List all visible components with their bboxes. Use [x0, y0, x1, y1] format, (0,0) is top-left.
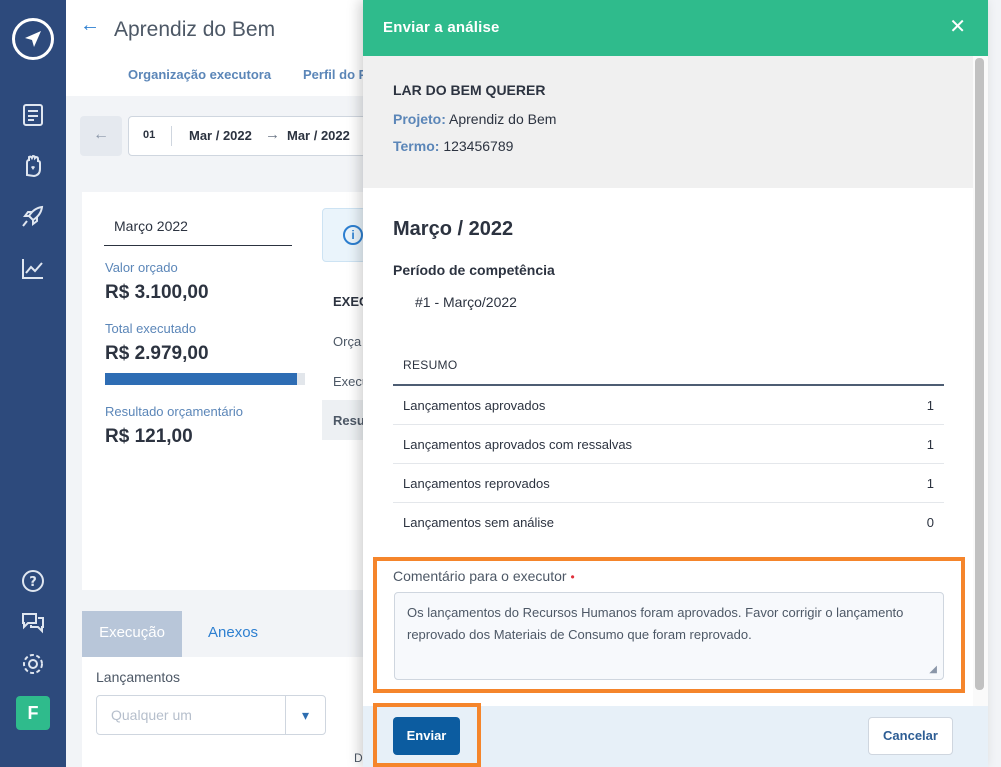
total-executado-label: Total executado — [105, 321, 197, 336]
row-count: 1 — [926, 398, 934, 413]
document-icon[interactable] — [20, 102, 46, 128]
page-title: Aprendiz do Bem — [114, 18, 276, 41]
period-index: 01 — [143, 129, 156, 141]
table-row: Orça — [333, 334, 362, 349]
help-icon[interactable]: ? — [20, 568, 46, 594]
project-info-panel: LAR DO BEM QUERER Projeto: Aprendiz do B… — [363, 56, 988, 188]
comment-highlight: Comentário para o executor • Os lançamen… — [373, 557, 965, 693]
tab-organizacao-executora[interactable]: Organização executora — [128, 67, 271, 82]
projeto-key: Projeto: — [393, 111, 446, 127]
comment-label-text: Comentário para o executor — [393, 568, 567, 584]
previous-period-button[interactable]: ← — [80, 116, 122, 156]
divider — [171, 126, 172, 146]
total-executado-value: R$ 2.979,00 — [105, 343, 209, 364]
termo-line: Termo: 123456789 — [393, 138, 513, 154]
termo-key: Termo: — [393, 138, 440, 154]
drawer-header: Enviar a análise ✕ — [363, 0, 988, 56]
month-field[interactable]: Março 2022 — [104, 218, 292, 246]
svg-text:?: ? — [29, 575, 37, 590]
send-for-analysis-drawer: Enviar a análise ✕ LAR DO BEM QUERER Pro… — [363, 0, 988, 767]
resultado-value: R$ 121,00 — [105, 426, 193, 447]
truncated-column-label: D — [354, 751, 363, 765]
back-arrow-icon[interactable]: ← — [80, 14, 100, 37]
resize-handle-icon[interactable]: ◢ — [929, 664, 937, 675]
row-label: Lançamentos aprovados — [403, 398, 546, 413]
comment-label: Comentário para o executor • — [393, 568, 575, 584]
table-row: Resu — [333, 413, 365, 428]
app-logo-icon[interactable] — [12, 18, 54, 60]
date-to: Mar / 2022 — [287, 128, 350, 143]
settings-icon[interactable] — [20, 651, 46, 677]
table-row: Lançamentos reprovados 1 — [393, 464, 944, 503]
tab-perfil[interactable]: Perfil do P — [303, 67, 367, 82]
table-row: Lançamentos sem análise 0 — [393, 503, 944, 542]
table-row: Lançamentos aprovados com ressalvas 1 — [393, 425, 944, 464]
month-title: Março / 2022 — [393, 218, 514, 240]
resumo-table: RESUMO Lançamentos aprovados 1 Lançamento… — [393, 344, 944, 542]
valor-orcado-label: Valor orçado — [105, 260, 178, 275]
rocket-icon[interactable] — [20, 204, 46, 230]
chat-icon[interactable] — [20, 609, 46, 635]
row-label: Lançamentos sem análise — [403, 515, 555, 530]
row-count: 1 — [926, 437, 934, 452]
date-range-bar: ← 01 Mar / 2022 → Mar / 2022 — [80, 116, 378, 156]
comment-textarea[interactable]: Os lançamentos do Recursos Humanos foram… — [394, 592, 944, 680]
lancamentos-filter-area: Lançamentos Qualquer um ▾ D — [82, 657, 366, 767]
user-avatar[interactable]: F — [16, 696, 50, 730]
select-placeholder: Qualquer um — [111, 707, 192, 723]
bottom-tabs: Execução Anexos — [82, 611, 366, 657]
send-button[interactable]: Enviar — [393, 717, 460, 755]
projeto-line: Projeto: Aprendiz do Bem — [393, 111, 556, 127]
cancel-button[interactable]: Cancelar — [868, 717, 953, 755]
chevron-down-icon[interactable]: ▾ — [285, 696, 325, 734]
hand-heart-icon[interactable] — [20, 153, 46, 179]
row-count: 1 — [926, 476, 934, 491]
info-alert: i — [322, 208, 366, 262]
valor-orcado-value: R$ 3.100,00 — [105, 282, 209, 303]
arrow-right-icon: → — [265, 126, 280, 143]
lancamentos-select[interactable]: Qualquer um ▾ — [96, 695, 326, 735]
date-range-selector[interactable]: 01 Mar / 2022 → Mar / 2022 — [128, 116, 378, 156]
row-count: 0 — [926, 515, 934, 530]
period-label: Período de competência — [393, 262, 555, 278]
projeto-value: Aprendiz do Bem — [449, 111, 557, 127]
scrollbar-thumb[interactable] — [975, 58, 984, 690]
row-label: Lançamentos aprovados com ressalvas — [403, 437, 633, 452]
info-icon: i — [343, 225, 363, 245]
required-mark: • — [570, 570, 575, 584]
tab-execucao[interactable]: Execução — [82, 611, 182, 657]
row-label: Lançamentos reprovados — [403, 476, 550, 491]
tab-anexos[interactable]: Anexos — [208, 624, 258, 641]
close-icon[interactable]: ✕ — [949, 16, 966, 38]
date-from: Mar / 2022 — [189, 128, 252, 143]
termo-value: 123456789 — [443, 138, 514, 154]
resumo-header: RESUMO — [393, 344, 944, 386]
drawer-title: Enviar a análise — [383, 19, 500, 36]
lancamentos-label: Lançamentos — [96, 669, 181, 685]
period-value: #1 - Março/2022 — [415, 294, 517, 310]
organization-name: LAR DO BEM QUERER — [393, 82, 546, 98]
table-row: Lançamentos aprovados 1 — [393, 386, 944, 425]
resultado-label: Resultado orçamentário — [105, 404, 244, 419]
chart-icon[interactable] — [20, 256, 46, 282]
execution-progress-bar — [105, 373, 305, 385]
left-rail: ? F — [0, 0, 66, 767]
progress-fill — [105, 373, 298, 385]
